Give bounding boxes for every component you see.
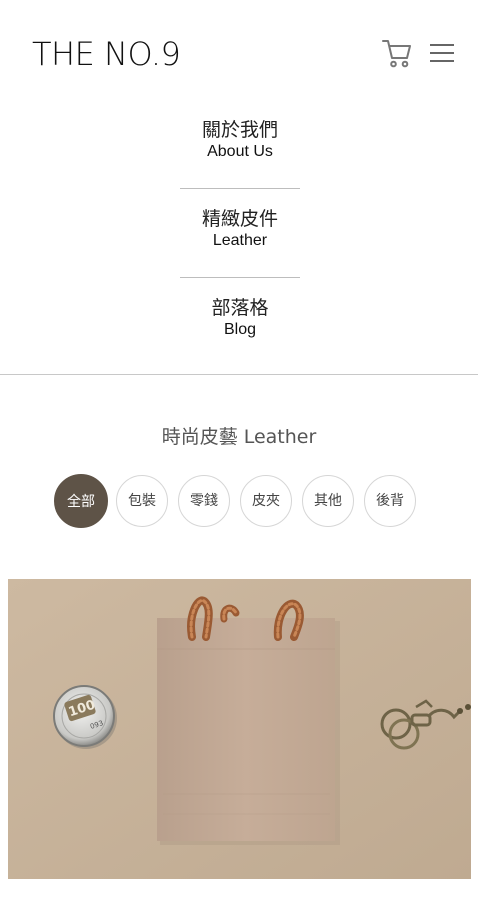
filter-other[interactable]: 其他 xyxy=(302,475,354,527)
category-filters: 全部 包裝 零錢 皮夾 其他 後背 xyxy=(54,474,424,529)
nav-divider xyxy=(180,277,300,278)
filter-coin-purse[interactable]: 零錢 xyxy=(178,475,230,527)
filter-wallet[interactable]: 皮夾 xyxy=(240,475,292,527)
nav-item-en-label: Blog xyxy=(223,321,257,338)
nav-item-about-us[interactable]: 關於我們 About Us xyxy=(180,118,300,162)
hamburger-menu-icon[interactable] xyxy=(429,41,455,65)
section-title: 時尚皮藝 Leather xyxy=(161,426,317,448)
filter-all[interactable]: 全部 xyxy=(54,474,108,528)
filter-packaging[interactable]: 包裝 xyxy=(116,475,168,527)
logo[interactable]: THE NO.9 xyxy=(32,34,181,74)
nav-item-leather[interactable]: 精緻皮件 Leather xyxy=(180,207,300,251)
header: THE NO.9 xyxy=(0,0,478,108)
section-divider xyxy=(0,374,478,375)
filter-backpack[interactable]: 後背 xyxy=(364,475,416,527)
product-photo: 100 093 xyxy=(8,579,471,879)
page: THE NO.9 關於我們 About Us 精緻皮件 Leather 部落格 … xyxy=(0,0,478,903)
nav-item-en-label: About Us xyxy=(207,143,273,160)
nav-item-zh-label: 部落格 xyxy=(211,297,269,319)
cart-icon[interactable] xyxy=(381,37,413,69)
paper-bag xyxy=(157,618,335,841)
nav-item-zh-label: 精緻皮件 xyxy=(201,208,278,230)
product-image[interactable]: 100 093 xyxy=(8,579,471,879)
nav-item-zh-label: 關於我們 xyxy=(201,119,278,141)
nav-divider xyxy=(180,188,300,189)
nav-item-blog[interactable]: 部落格 Blog xyxy=(180,296,300,340)
nav-item-en-label: Leather xyxy=(212,232,268,249)
